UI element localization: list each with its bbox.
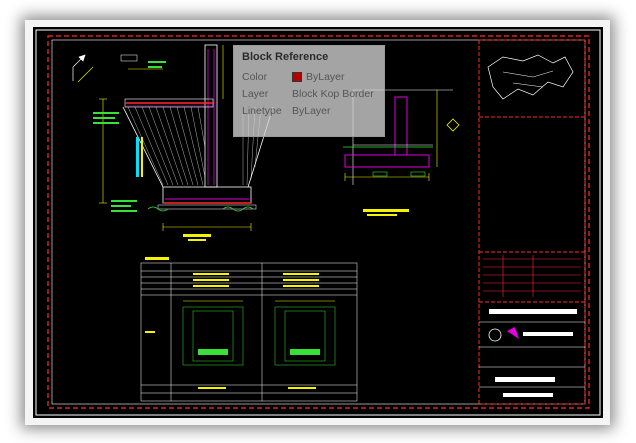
property-value: ByLayer	[292, 69, 345, 86]
logo-mark	[488, 328, 502, 342]
color-swatch-icon	[292, 72, 302, 83]
tooltip-row-color: Color ByLayer	[242, 69, 376, 86]
tooltip-row-layer: Layer Block Kop Border	[242, 86, 376, 103]
property-key: Color	[242, 71, 268, 83]
title-bar-1	[489, 309, 577, 314]
cad-viewport[interactable]: Block Reference Color ByLayer Layer Bloc…	[33, 27, 603, 418]
tooltip-title: Block Reference	[242, 51, 329, 63]
title-bar-2	[495, 377, 555, 382]
detail-label	[363, 209, 409, 212]
section-label	[183, 234, 211, 237]
property-key: Layer	[242, 88, 269, 100]
title-block	[478, 39, 586, 405]
property-value: Block Kop Border	[292, 88, 374, 100]
block-reference-tooltip: Block Reference Color ByLayer Layer Bloc…	[233, 45, 385, 137]
site-map	[487, 54, 574, 100]
title-bar-3	[503, 393, 553, 397]
tooltip-row-linetype: Linetype ByLayer	[242, 103, 376, 120]
schedule-table	[140, 262, 358, 402]
property-key: Linetype	[242, 105, 282, 117]
section-marker-icon	[446, 118, 460, 132]
property-value: ByLayer	[292, 105, 331, 117]
color-value: ByLayer	[306, 71, 345, 83]
